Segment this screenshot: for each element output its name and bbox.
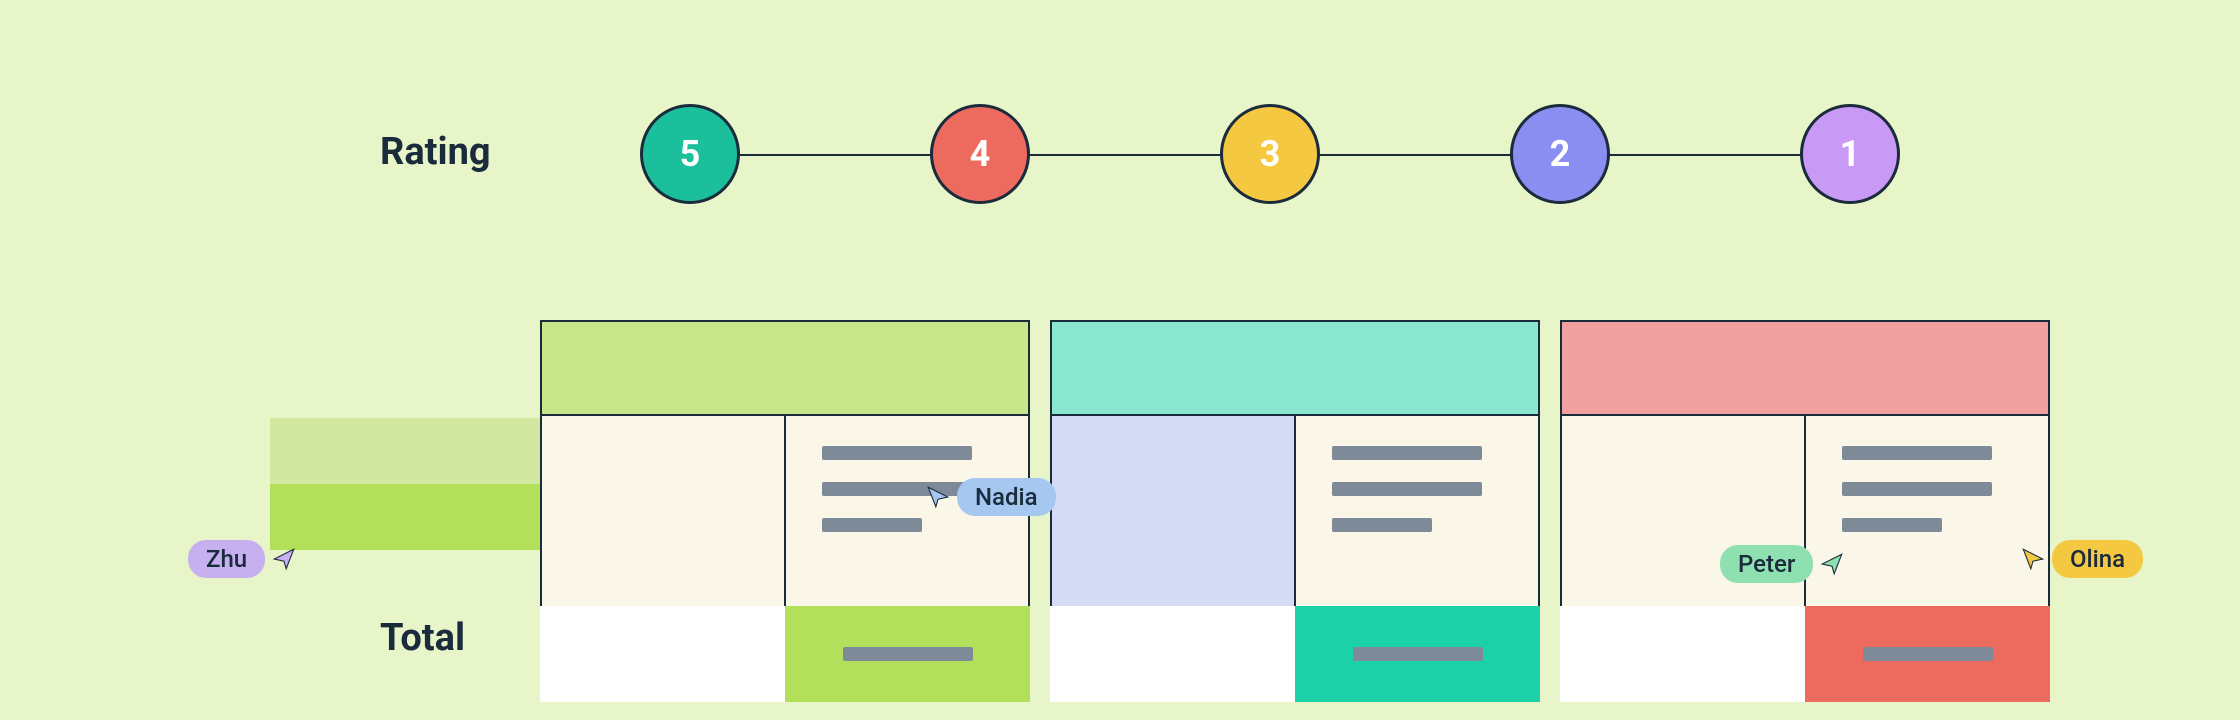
rating-circle-4[interactable]: 4 [930, 104, 1030, 204]
text-line [1332, 482, 1482, 496]
total-left-2 [1560, 606, 1805, 702]
text-line [1842, 482, 1992, 496]
cell-right-1 [1296, 416, 1538, 606]
cell-left-0 [542, 416, 784, 606]
side-tab-1 [270, 484, 548, 550]
cursor-nadia: Nadia [925, 478, 1056, 516]
column-body-1 [1050, 416, 1540, 606]
cursor-zhu: Zhu [188, 540, 297, 578]
total-label: Total [380, 616, 465, 660]
total-line [1353, 647, 1483, 661]
rating-circle-5[interactable]: 5 [640, 104, 740, 204]
cell-left-1 [1052, 416, 1294, 606]
text-line [1842, 446, 1992, 460]
total-line [843, 647, 973, 661]
cursor-icon [2020, 546, 2046, 572]
total-line [1863, 647, 1993, 661]
total-right-1 [1295, 606, 1540, 702]
rating-circle-2[interactable]: 2 [1510, 104, 1610, 204]
side-tab-0 [270, 418, 548, 484]
column-header-0 [540, 320, 1030, 416]
rating-row: 5 4 3 2 1 [640, 104, 1900, 204]
content-lines [1806, 416, 2048, 562]
cursor-label-peter: Peter [1720, 545, 1813, 583]
total-left-0 [540, 606, 785, 702]
text-line [1332, 446, 1482, 460]
text-line [1332, 518, 1432, 532]
total-left-1 [1050, 606, 1295, 702]
rating-label: Rating [380, 130, 491, 174]
rating-circle-1[interactable]: 1 [1800, 104, 1900, 204]
cursor-peter: Peter [1720, 545, 1845, 583]
total-right-0 [785, 606, 1030, 702]
column-header-2 [1560, 320, 2050, 416]
total-right-2 [1805, 606, 2050, 702]
cursor-icon [271, 546, 297, 572]
cursor-label-olina: Olina [2052, 540, 2143, 578]
column-total-1 [1050, 606, 1540, 702]
column-header-1 [1050, 320, 1540, 416]
cursor-label-nadia: Nadia [957, 478, 1056, 516]
text-line [822, 518, 922, 532]
rating-circle-3[interactable]: 3 [1220, 104, 1320, 204]
column-total-0 [540, 606, 1030, 702]
cursor-icon [925, 484, 951, 510]
column-total-2 [1560, 606, 2050, 702]
text-line [1842, 518, 1942, 532]
cursor-icon [1819, 551, 1845, 577]
content-lines [1296, 416, 1538, 562]
cursor-label-zhu: Zhu [188, 540, 265, 578]
text-line [822, 446, 972, 460]
cursor-olina: Olina [2020, 540, 2143, 578]
side-tabs [270, 418, 548, 550]
